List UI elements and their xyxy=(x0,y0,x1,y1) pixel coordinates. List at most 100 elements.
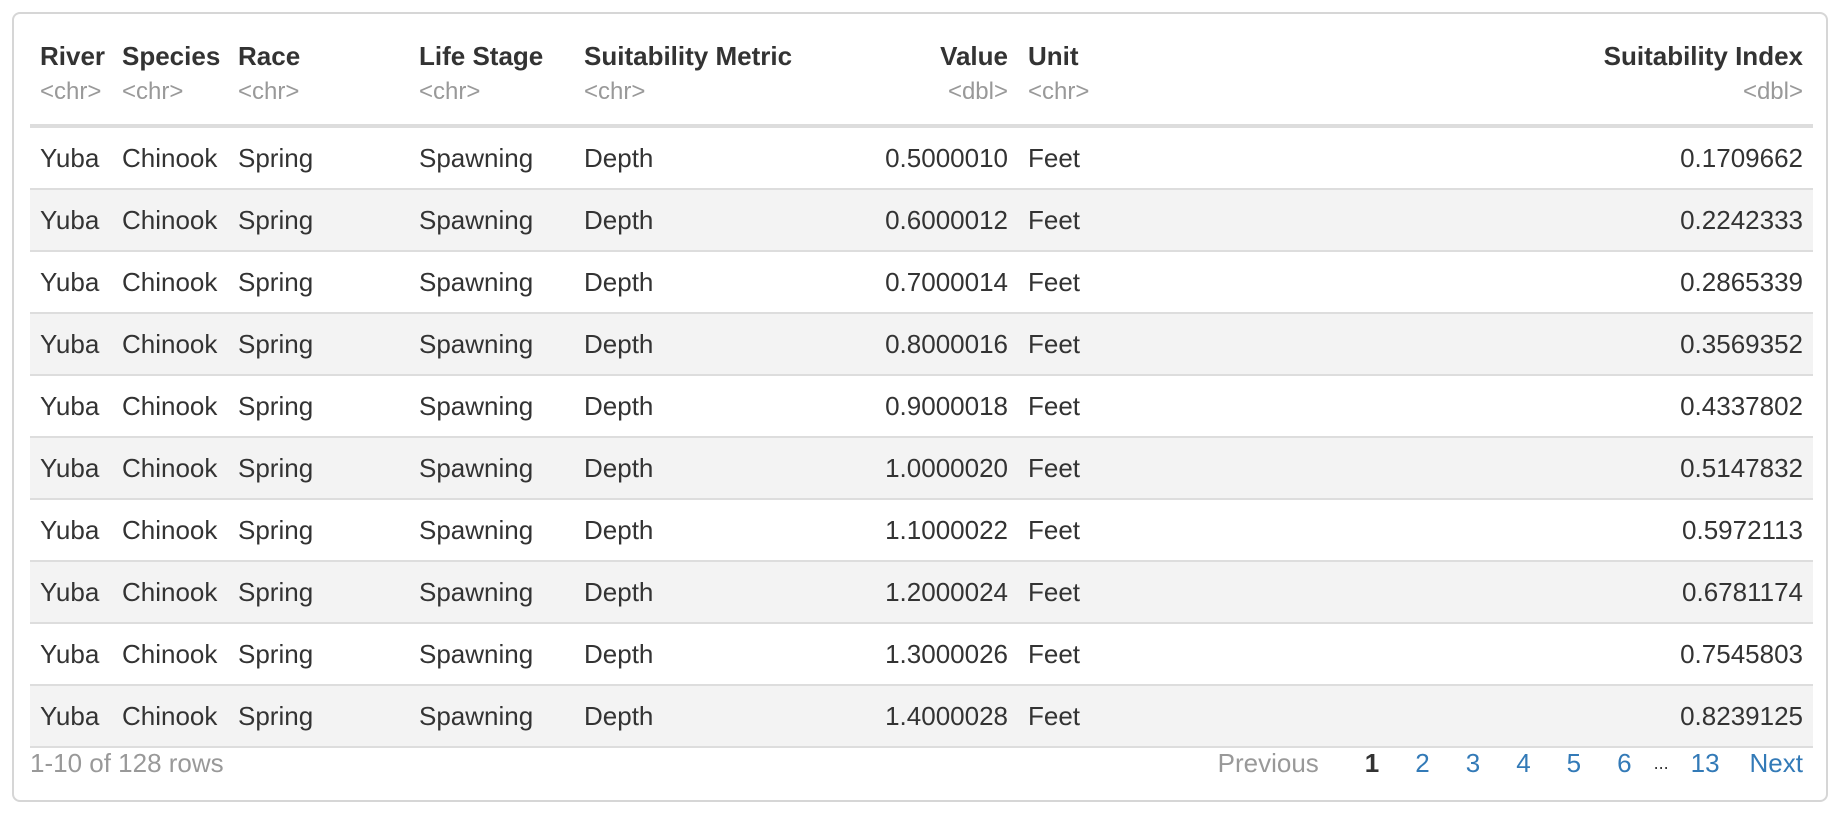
next-page-button[interactable]: Next xyxy=(1750,738,1803,788)
cell-river: Yuba xyxy=(30,375,112,438)
cell-species: Chinook xyxy=(112,251,228,314)
cell-suitability-index: 0.7545803 xyxy=(1258,623,1813,686)
cell-race: Spring xyxy=(228,251,409,314)
column-label: Race xyxy=(238,41,301,71)
cell-river: Yuba xyxy=(30,251,112,314)
column-header-unit[interactable]: Unit <chr> xyxy=(1018,24,1258,128)
cell-life-stage: Spawning xyxy=(409,561,574,624)
row-count-info: 1-10 of 128 rows xyxy=(30,748,224,778)
column-label: Suitability Metric xyxy=(584,41,793,71)
cell-race: Spring xyxy=(228,437,409,500)
page-button-5[interactable]: 5 xyxy=(1567,738,1581,788)
cell-value: 0.8000016 xyxy=(834,313,1018,376)
table-row: Yuba Chinook Spring Spawning Depth 1.000… xyxy=(30,437,1813,500)
cell-river: Yuba xyxy=(30,189,112,252)
cell-value: 0.6000012 xyxy=(834,189,1018,252)
table-footer: 1-10 of 128 rows Previous 1 2 3 4 5 6 ..… xyxy=(30,738,1813,788)
previous-page-button[interactable]: Previous xyxy=(1218,738,1319,788)
cell-suitability-metric: Depth xyxy=(574,561,834,624)
column-header-river[interactable]: River <chr> xyxy=(30,24,112,128)
cell-river: Yuba xyxy=(30,623,112,686)
data-table: River <chr> Species <chr> Race <chr> Lif… xyxy=(30,24,1813,748)
cell-value: 1.3000026 xyxy=(834,623,1018,686)
page-button-1[interactable]: 1 xyxy=(1365,738,1379,788)
cell-value: 0.7000014 xyxy=(834,251,1018,314)
column-header-life-stage[interactable]: Life Stage <chr> xyxy=(409,24,574,128)
cell-value: 1.0000020 xyxy=(834,437,1018,500)
cell-unit: Feet xyxy=(1018,437,1258,500)
cell-suitability-index: 0.2242333 xyxy=(1258,189,1813,252)
cell-life-stage: Spawning xyxy=(409,126,574,190)
table-row: Yuba Chinook Spring Spawning Depth 0.900… xyxy=(30,375,1813,438)
cell-river: Yuba xyxy=(30,561,112,624)
cell-value: 1.1000022 xyxy=(834,499,1018,562)
table-row: Yuba Chinook Spring Spawning Depth 1.300… xyxy=(30,623,1813,686)
pagination-ellipsis: ... xyxy=(1653,753,1669,773)
column-type: <chr> xyxy=(238,78,300,105)
cell-suitability-metric: Depth xyxy=(574,126,834,190)
cell-species: Chinook xyxy=(112,189,228,252)
cell-species: Chinook xyxy=(112,623,228,686)
cell-race: Spring xyxy=(228,313,409,376)
cell-river: Yuba xyxy=(30,437,112,500)
cell-unit: Feet xyxy=(1018,623,1258,686)
cell-unit: Feet xyxy=(1018,126,1258,190)
table-header: River <chr> Species <chr> Race <chr> Lif… xyxy=(30,24,1813,128)
page-button-3[interactable]: 3 xyxy=(1466,738,1480,788)
cell-species: Chinook xyxy=(112,313,228,376)
column-header-race[interactable]: Race <chr> xyxy=(228,24,409,128)
cell-value: 1.2000024 xyxy=(834,561,1018,624)
column-header-value[interactable]: Value <dbl> xyxy=(834,24,1018,128)
table-row: Yuba Chinook Spring Spawning Depth 1.200… xyxy=(30,561,1813,624)
column-label: River xyxy=(40,41,106,71)
column-label: Suitability Index xyxy=(1603,41,1803,71)
column-header-suitability-index[interactable]: Suitability Index <dbl> xyxy=(1258,24,1813,128)
column-label: Value xyxy=(940,41,1008,71)
table-body: Yuba Chinook Spring Spawning Depth 0.500… xyxy=(30,126,1813,748)
pagination: Previous 1 2 3 4 5 6 ... 13 Next xyxy=(1218,738,1803,788)
cell-species: Chinook xyxy=(112,375,228,438)
column-label: Unit xyxy=(1028,41,1079,71)
cell-suitability-index: 0.3569352 xyxy=(1258,313,1813,376)
table-row: Yuba Chinook Spring Spawning Depth 1.100… xyxy=(30,499,1813,562)
cell-suitability-metric: Depth xyxy=(574,375,834,438)
column-label: Life Stage xyxy=(419,41,544,71)
column-label: Species xyxy=(122,41,221,71)
cell-suitability-metric: Depth xyxy=(574,499,834,562)
cell-unit: Feet xyxy=(1018,313,1258,376)
column-header-species[interactable]: Species <chr> xyxy=(112,24,228,128)
table-wrapper: River <chr> Species <chr> Race <chr> Lif… xyxy=(30,24,1813,748)
cell-suitability-index: 0.5972113 xyxy=(1258,499,1813,562)
cell-value: 0.9000018 xyxy=(834,375,1018,438)
cell-river: Yuba xyxy=(30,313,112,376)
cell-race: Spring xyxy=(228,126,409,190)
cell-river: Yuba xyxy=(30,126,112,190)
page-button-4[interactable]: 4 xyxy=(1516,738,1530,788)
table-row: Yuba Chinook Spring Spawning Depth 0.500… xyxy=(30,126,1813,190)
cell-species: Chinook xyxy=(112,499,228,562)
cell-suitability-metric: Depth xyxy=(574,623,834,686)
table-container: River <chr> Species <chr> Race <chr> Lif… xyxy=(12,12,1828,802)
cell-life-stage: Spawning xyxy=(409,313,574,376)
cell-river: Yuba xyxy=(30,499,112,562)
cell-life-stage: Spawning xyxy=(409,251,574,314)
cell-suitability-index: 0.2865339 xyxy=(1258,251,1813,314)
cell-race: Spring xyxy=(228,561,409,624)
cell-life-stage: Spawning xyxy=(409,189,574,252)
cell-life-stage: Spawning xyxy=(409,375,574,438)
cell-suitability-metric: Depth xyxy=(574,189,834,252)
page-button-6[interactable]: 6 xyxy=(1617,738,1631,788)
page-button-13[interactable]: 13 xyxy=(1691,738,1720,788)
column-header-suitability-metric[interactable]: Suitability Metric <chr> xyxy=(574,24,834,128)
cell-race: Spring xyxy=(228,499,409,562)
cell-race: Spring xyxy=(228,375,409,438)
cell-unit: Feet xyxy=(1018,189,1258,252)
cell-value: 0.5000010 xyxy=(834,126,1018,190)
column-type: <chr> xyxy=(419,78,481,105)
cell-unit: Feet xyxy=(1018,561,1258,624)
page-button-2[interactable]: 2 xyxy=(1415,738,1429,788)
table-row: Yuba Chinook Spring Spawning Depth 0.700… xyxy=(30,251,1813,314)
cell-suitability-metric: Depth xyxy=(574,251,834,314)
cell-suitability-index: 0.5147832 xyxy=(1258,437,1813,500)
cell-suitability-metric: Depth xyxy=(574,313,834,376)
